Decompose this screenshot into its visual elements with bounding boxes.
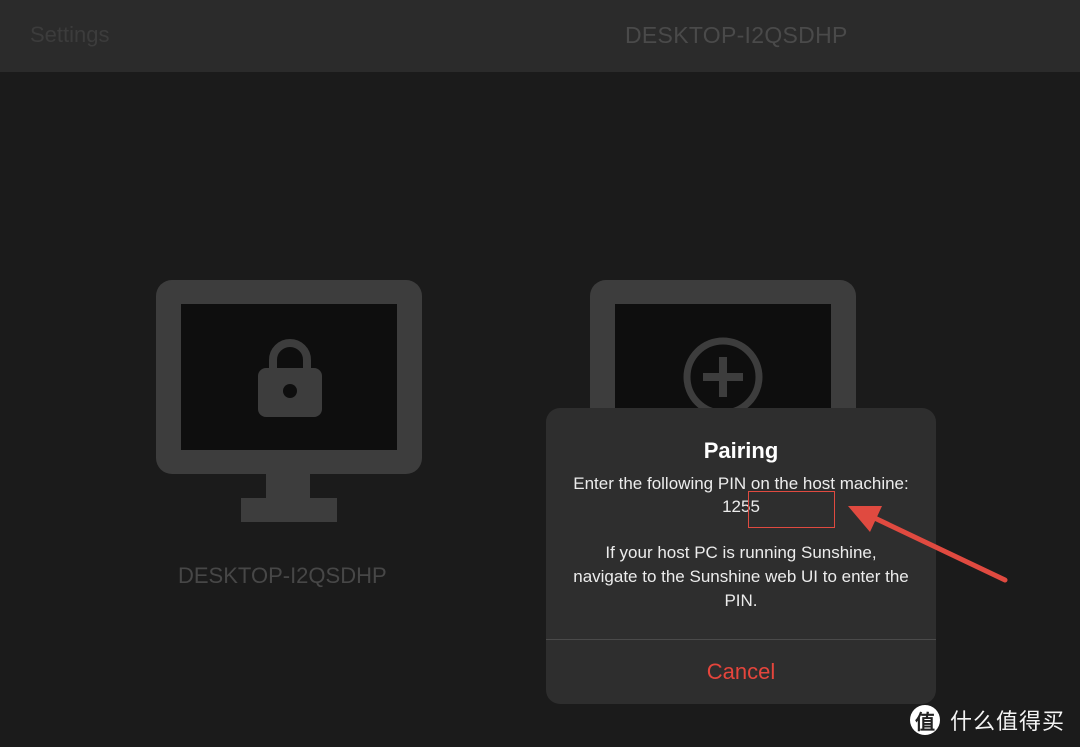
annotation-arrow-icon <box>848 506 1008 583</box>
pin-instruction-text: Enter the following PIN on the host mach… <box>573 474 909 493</box>
top-navigation-bar: Settings DESKTOP-I2QSDHP <box>0 0 1080 72</box>
page-title: DESKTOP-I2QSDHP <box>625 22 848 48</box>
app-screen: Settings DESKTOP-I2QSDHP DESKTOP-I2QSDHP <box>0 0 1080 747</box>
host-card-desktop[interactable]: DESKTOP-I2QSDHP <box>156 280 422 590</box>
monitor-icon <box>156 280 422 522</box>
watermark-logo-icon: 值 <box>910 705 940 735</box>
watermark: 值 什么值得买 <box>910 703 1065 737</box>
pin-annotation-box <box>748 491 835 528</box>
watermark-text: 什么值得买 <box>950 709 1066 734</box>
settings-button[interactable]: Settings <box>30 22 110 48</box>
lock-icon <box>258 339 322 417</box>
host-name-label: DESKTOP-I2QSDHP <box>178 563 387 588</box>
dialog-title: Pairing <box>703 438 779 463</box>
cancel-button[interactable]: Cancel <box>546 640 936 704</box>
add-icon <box>683 337 763 417</box>
